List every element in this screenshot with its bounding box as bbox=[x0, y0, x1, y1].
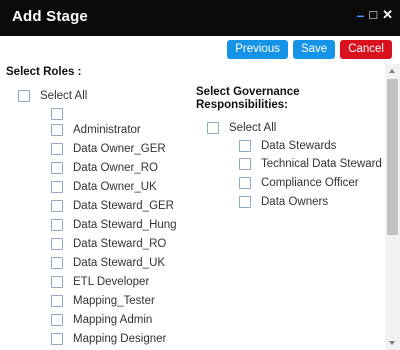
role-checkbox[interactable] bbox=[51, 124, 63, 136]
scroll-down-icon[interactable] bbox=[389, 341, 395, 345]
governance-select-all[interactable]: Select All bbox=[207, 120, 276, 136]
role-item[interactable]: Data Steward_RO bbox=[51, 236, 166, 252]
role-item[interactable]: ETL Developer bbox=[51, 274, 149, 290]
cancel-button[interactable]: Cancel bbox=[340, 40, 392, 59]
role-checkbox[interactable] bbox=[51, 143, 63, 155]
dialog-title: Add Stage bbox=[12, 8, 88, 25]
role-label: Data Owner_UK bbox=[73, 181, 157, 193]
governance-item[interactable]: Compliance Officer bbox=[239, 175, 359, 191]
role-item[interactable]: Data Steward_UK bbox=[51, 255, 165, 271]
role-checkbox[interactable] bbox=[51, 181, 63, 193]
governance-checkbox[interactable] bbox=[239, 140, 251, 152]
role-item[interactable]: Administrator bbox=[51, 122, 141, 138]
role-label: Data Steward_UK bbox=[73, 257, 166, 269]
role-label: ETL Developer bbox=[73, 276, 150, 288]
role-checkbox[interactable] bbox=[51, 333, 63, 345]
role-checkbox[interactable] bbox=[51, 162, 63, 174]
governance-checkbox[interactable] bbox=[239, 158, 251, 170]
governance-heading: Select Governance Responsibilities: bbox=[196, 86, 300, 112]
governance-item[interactable]: Data Owners bbox=[239, 194, 328, 210]
scroll-up-icon[interactable] bbox=[389, 69, 395, 73]
governance-checkbox[interactable] bbox=[239, 177, 251, 189]
role-label: Data Steward_Hung bbox=[73, 219, 177, 231]
role-item[interactable]: Data Owner_GER bbox=[51, 141, 166, 157]
role-item[interactable]: Data Owner_UK bbox=[51, 179, 157, 195]
role-item[interactable]: Mapping Designer bbox=[51, 331, 166, 347]
governance-select-all-label: Select All bbox=[229, 122, 277, 134]
governance-label: Data Stewards bbox=[261, 140, 337, 152]
window-controls: – □ ✕ bbox=[356, 7, 393, 23]
role-checkbox[interactable] bbox=[51, 238, 63, 250]
role-item[interactable]: Data Steward_GER bbox=[51, 198, 174, 214]
role-label: Data Owner_GER bbox=[73, 143, 166, 155]
role-checkbox[interactable] bbox=[51, 295, 63, 307]
governance-label: Compliance Officer bbox=[261, 177, 359, 189]
maximize-icon[interactable]: □ bbox=[369, 7, 377, 23]
governance-checkbox[interactable] bbox=[239, 196, 251, 208]
governance-label: Data Owners bbox=[261, 196, 329, 208]
role-label: Data Steward_GER bbox=[73, 200, 174, 212]
role-item[interactable]: Data Steward_Hung bbox=[51, 217, 177, 233]
dialog-titlebar: Add Stage – □ ✕ bbox=[0, 0, 400, 36]
scrollbar-thumb[interactable] bbox=[387, 79, 398, 235]
role-label: Data Owner_RO bbox=[73, 162, 159, 174]
roles-select-all[interactable]: Select All bbox=[18, 88, 87, 104]
governance-heading-line-1: Select Governance bbox=[196, 86, 300, 98]
governance-select-all-checkbox[interactable] bbox=[207, 122, 219, 134]
role-item[interactable]: Data Owner_RO bbox=[51, 160, 158, 176]
role-item[interactable]: Mapping_Tester bbox=[51, 293, 155, 309]
close-icon[interactable]: ✕ bbox=[382, 7, 393, 23]
role-checkbox[interactable] bbox=[51, 219, 63, 231]
governance-item[interactable]: Technical Data Steward bbox=[239, 156, 382, 172]
dialog-content: Select Roles : Select All Administrator … bbox=[0, 64, 385, 350]
governance-heading-line-2: Responsibilities: bbox=[196, 99, 289, 111]
role-checkbox[interactable] bbox=[51, 314, 63, 326]
action-bar: Previous Save Cancel bbox=[227, 40, 392, 59]
role-item[interactable]: Mapping Admin bbox=[51, 312, 152, 328]
role-label: Mapping_Tester bbox=[73, 295, 155, 307]
role-label: Data Steward_RO bbox=[73, 238, 167, 250]
roles-heading: Select Roles : bbox=[6, 66, 82, 78]
role-checkbox[interactable] bbox=[51, 257, 63, 269]
previous-button[interactable]: Previous bbox=[227, 40, 288, 59]
minimize-icon[interactable]: – bbox=[356, 7, 364, 23]
governance-item[interactable]: Data Stewards bbox=[239, 138, 336, 154]
role-label: Administrator bbox=[73, 124, 141, 136]
role-checkbox[interactable] bbox=[51, 276, 63, 288]
role-checkbox[interactable] bbox=[51, 108, 63, 120]
save-button[interactable]: Save bbox=[292, 40, 336, 59]
governance-label: Technical Data Steward bbox=[261, 158, 382, 170]
role-label: Mapping Admin bbox=[73, 314, 153, 326]
role-item[interactable] bbox=[51, 106, 73, 122]
role-label: Mapping Designer bbox=[73, 333, 167, 345]
role-checkbox[interactable] bbox=[51, 200, 63, 212]
roles-select-all-label: Select All bbox=[40, 90, 88, 102]
roles-select-all-checkbox[interactable] bbox=[18, 90, 30, 102]
vertical-scrollbar[interactable] bbox=[385, 64, 400, 350]
